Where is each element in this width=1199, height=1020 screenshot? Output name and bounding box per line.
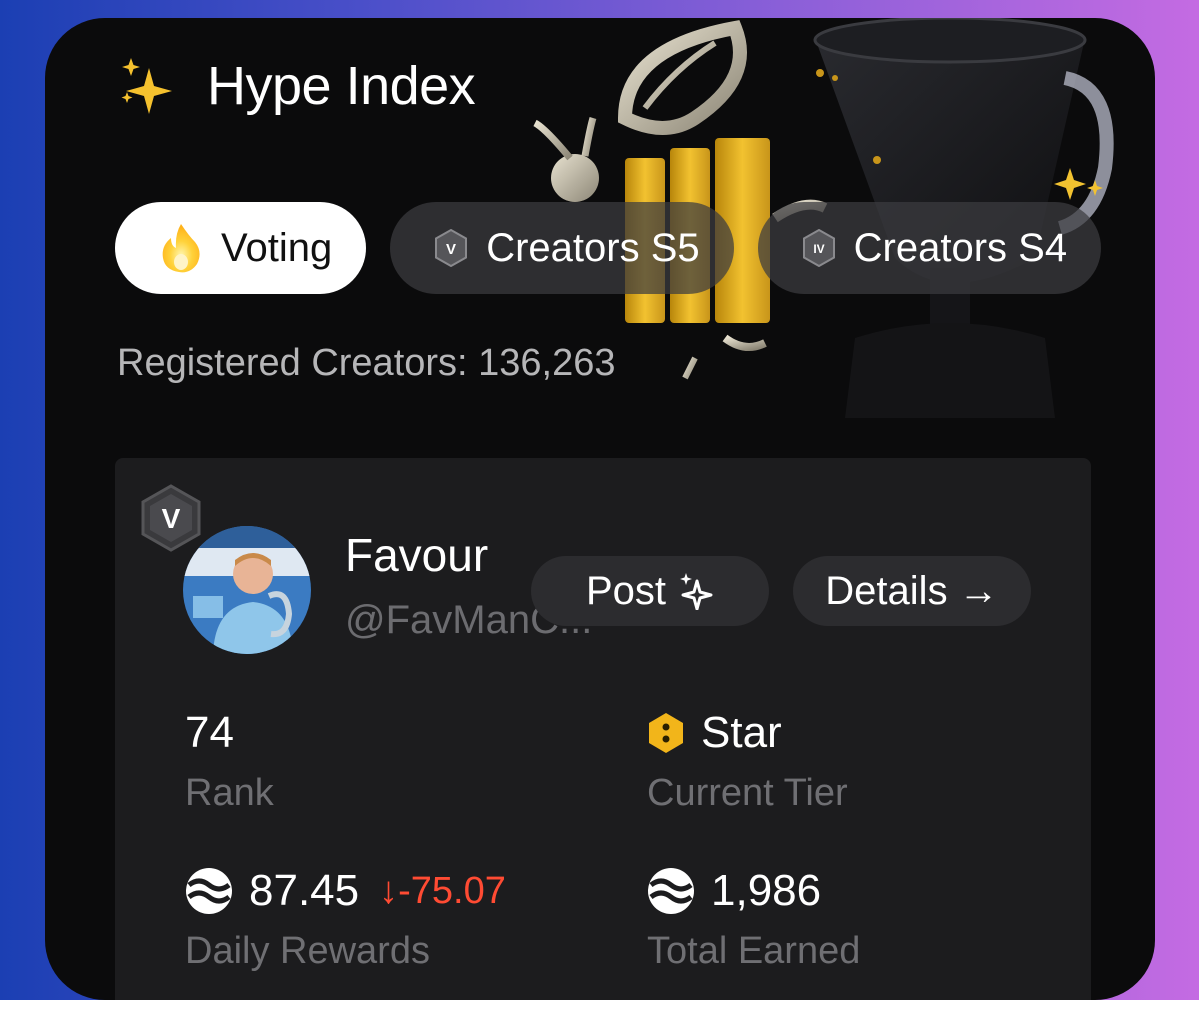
daily-rewards-value: 87.45	[249, 866, 360, 915]
season-v-badge-icon: V	[434, 229, 468, 267]
total-earned-stat: 1,986 Total Earned	[647, 866, 860, 973]
token-icon	[186, 868, 232, 914]
tab-creators-s5[interactable]: V Creators S5	[390, 202, 734, 294]
post-button[interactable]: Post	[531, 556, 769, 626]
tier-label: Current Tier	[647, 772, 848, 814]
post-button-label: Post	[585, 568, 667, 613]
token-icon	[648, 868, 694, 914]
tier-stat: Star Current Tier	[647, 708, 848, 815]
page-title: Hype Index	[207, 56, 476, 116]
creator-panel: V Favour @FavManC... Post Details → 74 R…	[115, 458, 1091, 1000]
rank-stat: 74 Rank	[185, 708, 274, 815]
season-tabs: Voting V Creators S5 IV Creators S4	[115, 202, 1102, 294]
tier-value: Star	[701, 708, 782, 757]
header: Hype Index	[117, 54, 476, 118]
season-iv-badge-icon: IV	[802, 229, 836, 267]
tab-creators-s4-label: Creators S4	[853, 225, 1068, 270]
svg-text:V: V	[446, 241, 456, 258]
total-earned-label: Total Earned	[647, 930, 861, 972]
creator-name: Favour	[345, 529, 489, 581]
daily-rewards-delta: ↓-75.07	[379, 869, 506, 912]
bottom-edge	[0, 1000, 1199, 1020]
daily-rewards-label: Daily Rewards	[185, 930, 430, 972]
avatar[interactable]	[183, 526, 311, 654]
total-earned-value: 1,986	[711, 866, 822, 915]
rank-label: Rank	[185, 772, 274, 814]
tab-voting-label: Voting	[221, 225, 333, 270]
details-button[interactable]: Details →	[793, 556, 1031, 626]
rank-value: 74	[185, 708, 234, 757]
svg-text:V: V	[162, 503, 181, 534]
star-tier-icon	[649, 713, 683, 753]
season-badge-icon: V	[139, 484, 203, 557]
tab-voting[interactable]: Voting	[115, 202, 367, 294]
sparkles-icon	[121, 58, 172, 114]
tab-creators-s4[interactable]: IV Creators S4	[757, 202, 1102, 294]
daily-rewards-stat: 87.45 ↓-75.07 Daily Rewards	[185, 866, 506, 973]
fire-icon	[162, 224, 200, 273]
sparkles-icon	[680, 573, 713, 610]
registered-creators-count: Registered Creators: 136,263	[117, 342, 616, 384]
svg-text:IV: IV	[813, 242, 824, 256]
tab-creators-s5-label: Creators S5	[486, 225, 700, 270]
hype-index-card: Hype Index Voting V Creators S5 IV Creat…	[45, 18, 1155, 1000]
